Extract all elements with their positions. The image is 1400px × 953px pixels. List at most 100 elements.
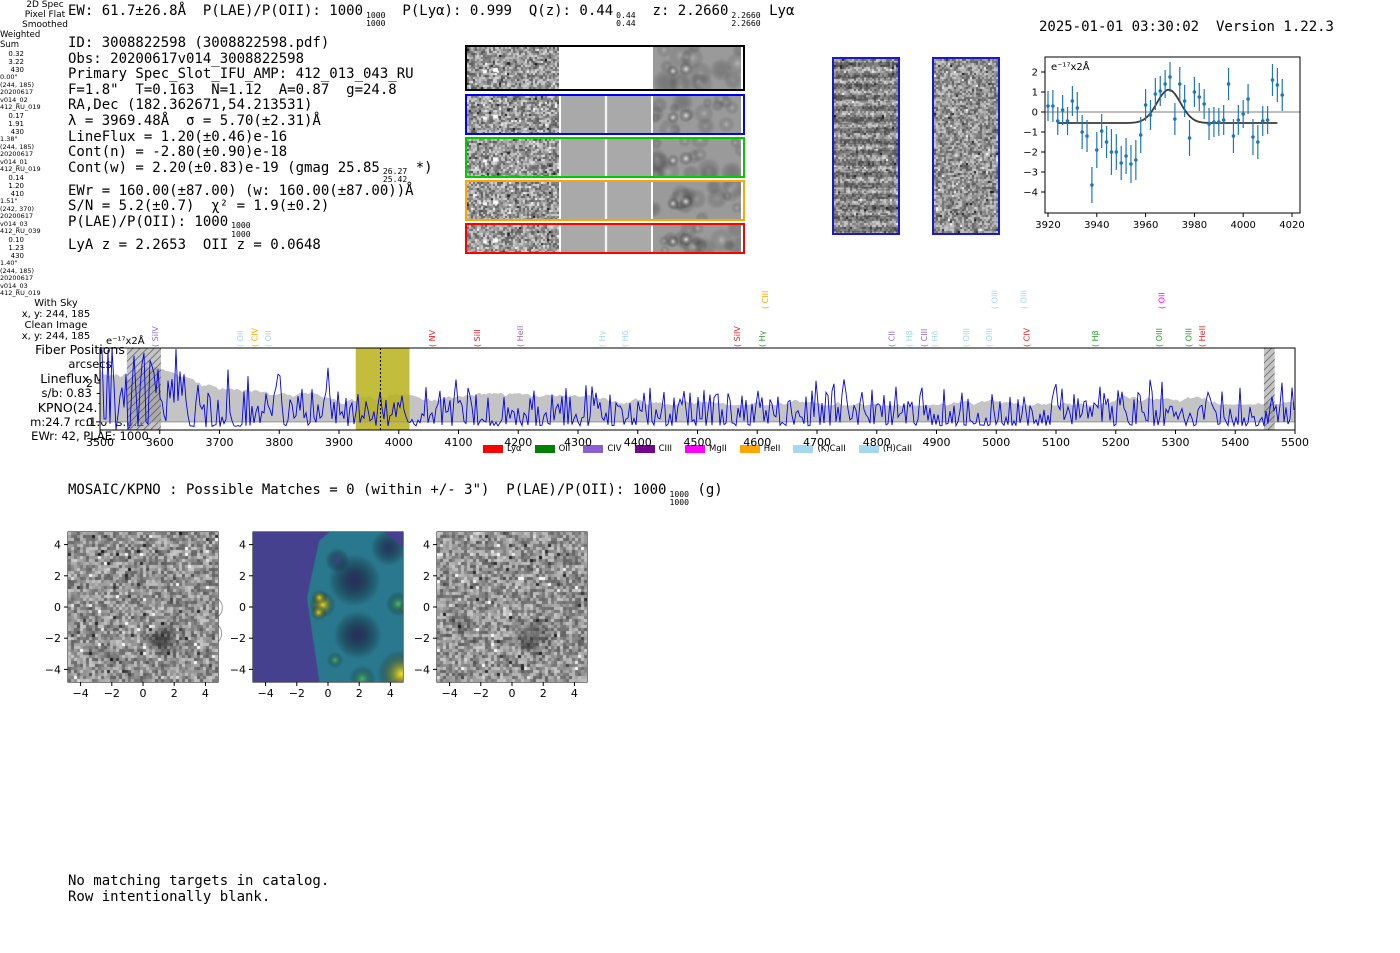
legend-item: Lyα <box>483 444 522 454</box>
spec2d-smoothed-image <box>653 96 741 133</box>
x-tick-label: −2 <box>104 687 120 700</box>
cutout-image <box>934 59 998 233</box>
report-version: Version 1.22.3 <box>1215 19 1334 35</box>
emission-line-label: ( OII <box>1158 292 1167 309</box>
x-tick-label: 4 <box>387 687 394 700</box>
y-tick-label: −4 <box>1023 188 1038 199</box>
spec2d-row <box>465 180 745 221</box>
catalog-match-line: MOSAIC/KPNO : Possible Matches = 0 (with… <box>68 482 723 506</box>
data-point <box>1163 82 1167 86</box>
text-segment: Primary Spec_Slot_IFU_AMP: 412_013_043_R… <box>68 66 414 83</box>
text-segment: LineFlux = 1.20(±0.46)e-16 <box>68 128 288 145</box>
legend-label: Lyα <box>507 444 522 454</box>
info-line: Obs: 20200617v014_3008822598 <box>68 50 433 68</box>
panel-image-kpno <box>437 532 587 682</box>
legend-item: HeII <box>739 444 780 454</box>
x-tick-label: 4 <box>571 687 578 700</box>
legend-item: MgII <box>685 444 727 454</box>
axes-box <box>1044 56 1301 214</box>
cutout-title: With Sky <box>34 297 78 309</box>
y-units-annotation: e⁻¹⁷x2Å <box>1051 60 1090 73</box>
data-point <box>1114 150 1119 154</box>
spec2d-row-right-labels: 1.38" (244, 185) 20200617 v014_01 412_RU_019 <box>0 135 64 174</box>
spec2d-noise-image <box>467 47 559 89</box>
data-point <box>1231 134 1236 138</box>
info-line: RA,Dec (182.362671,54.213531) <box>68 98 433 114</box>
spec2d-row-left-labels: 0.17 1.91 430 <box>0 112 24 136</box>
data-point <box>1119 161 1123 165</box>
spec2d-noise-image <box>467 225 559 252</box>
spec2d-right-value: 412_RU_019 <box>0 165 41 174</box>
data-point <box>1212 120 1216 124</box>
spec2d-right-value: 412_RU_019 <box>0 289 41 298</box>
emission-line-label: ( OII <box>236 330 245 347</box>
x-tick-label: 3960 <box>1133 220 1158 231</box>
spec2d-left-value: 1.20 <box>8 181 24 190</box>
x-tick-label: 0 <box>509 687 516 700</box>
text-segment: P(Lyα): 0.999 Q(z): 0.44 <box>385 3 614 19</box>
data-point <box>1134 158 1138 162</box>
emission-line-label: ( OIII <box>1020 290 1029 309</box>
y-tick-label: −2 <box>230 632 246 645</box>
cutout-image <box>834 59 898 233</box>
x-tick-label: −2 <box>473 687 489 700</box>
cutout-xy-label: x, y: 244, 185 <box>21 308 91 320</box>
axes-box <box>99 347 1296 431</box>
fraction-bottom: 2.2660 <box>731 17 761 28</box>
data-point <box>1177 82 1182 86</box>
x-tick-label: 4000 <box>1230 220 1255 231</box>
fraction-bottom: 0.44 <box>616 17 636 28</box>
info-line: Primary Spec_Slot_IFU_AMP: 412_013_043_R… <box>68 66 433 83</box>
line-highlight-band <box>355 348 410 430</box>
x-tick-label: 4020 <box>1279 220 1304 231</box>
y-tick-label: 2 <box>1032 68 1038 79</box>
legend-swatch <box>739 445 760 453</box>
data-point <box>1202 102 1206 106</box>
y-tick-label: 4 <box>239 539 246 552</box>
report-timestamp: 2025-01-01 03:30:02 Version 1.22.3 <box>1005 3 1334 51</box>
info-line: ID: 3008822598 (3008822598.pdf) <box>68 35 433 52</box>
text-segment: λ = 3969.48Å σ = 5.70(±2.31)Å <box>68 112 321 129</box>
spec2d-left-value: 0.10 <box>8 235 24 244</box>
legend-label: OII <box>558 444 571 454</box>
text-segment: P(LAE)/P(OII): 1000 <box>68 213 229 230</box>
data-point <box>1075 106 1080 110</box>
y-tick-label: 0 <box>54 601 61 614</box>
data-point <box>1168 75 1172 79</box>
emission-line-label: ( Hβ <box>1091 330 1100 347</box>
x-tick-label: 0 <box>325 687 332 700</box>
legend-label: CIV <box>607 444 622 454</box>
x-tick-label: 3920 <box>1035 220 1060 231</box>
data-point <box>1070 99 1075 103</box>
data-point <box>1051 104 1055 108</box>
info-line: Cont(n) = -2.80(±0.90)e-18 <box>68 144 433 161</box>
data-point <box>1241 112 1245 116</box>
legend-swatch <box>685 445 706 453</box>
panel-image-lineflux <box>253 532 403 682</box>
legend-item: CIII <box>634 444 673 454</box>
elixer-report-page: EW: 61.7±26.8Å P(LAE)/P(OII): 1000 1000 10… <box>0 0 1400 953</box>
legend-label: (K)CaII <box>817 444 846 454</box>
footer-notes: No matching targets in catalog. Row inte… <box>68 873 329 905</box>
panel-title: Fiber Positions <box>35 341 125 357</box>
data-point <box>1124 154 1128 158</box>
text-segment: Obs: 20200617v014_3008822598 <box>68 50 305 67</box>
text-segment: ID: 3008822598 (3008822598.pdf) <box>68 35 330 51</box>
y-tick-label: 2 <box>239 570 246 583</box>
x-tick-label: 2 <box>356 687 363 700</box>
x-tick-label: −4 <box>72 687 88 700</box>
stacked-fraction: 2.2660 2.2660 <box>731 10 761 28</box>
emission-line-label: ( SiIV <box>733 326 742 347</box>
report-datetime: 2025-01-01 03:30:02 <box>1038 19 1200 35</box>
spectrum-line <box>100 348 1295 430</box>
legend-swatch <box>583 445 604 453</box>
data-point <box>1265 118 1270 122</box>
y-tick-label: 1 <box>1032 88 1038 99</box>
spec2d-row-right-labels: 1.51" (242, 370) 20200617 v014_03 412_RU_039 <box>0 197 64 236</box>
legend-label: CIII <box>658 444 673 454</box>
fraction-bottom: 1000 <box>669 496 689 507</box>
panel-title: KPNO(24.7) g <box>37 399 123 415</box>
x-tick-label: 2 <box>171 687 178 700</box>
detection-info-block: ID: 3008822598 (3008822598.pdf) Obs: 2020… <box>68 35 433 253</box>
stacked-fraction: 0.44 0.44 <box>616 10 636 28</box>
